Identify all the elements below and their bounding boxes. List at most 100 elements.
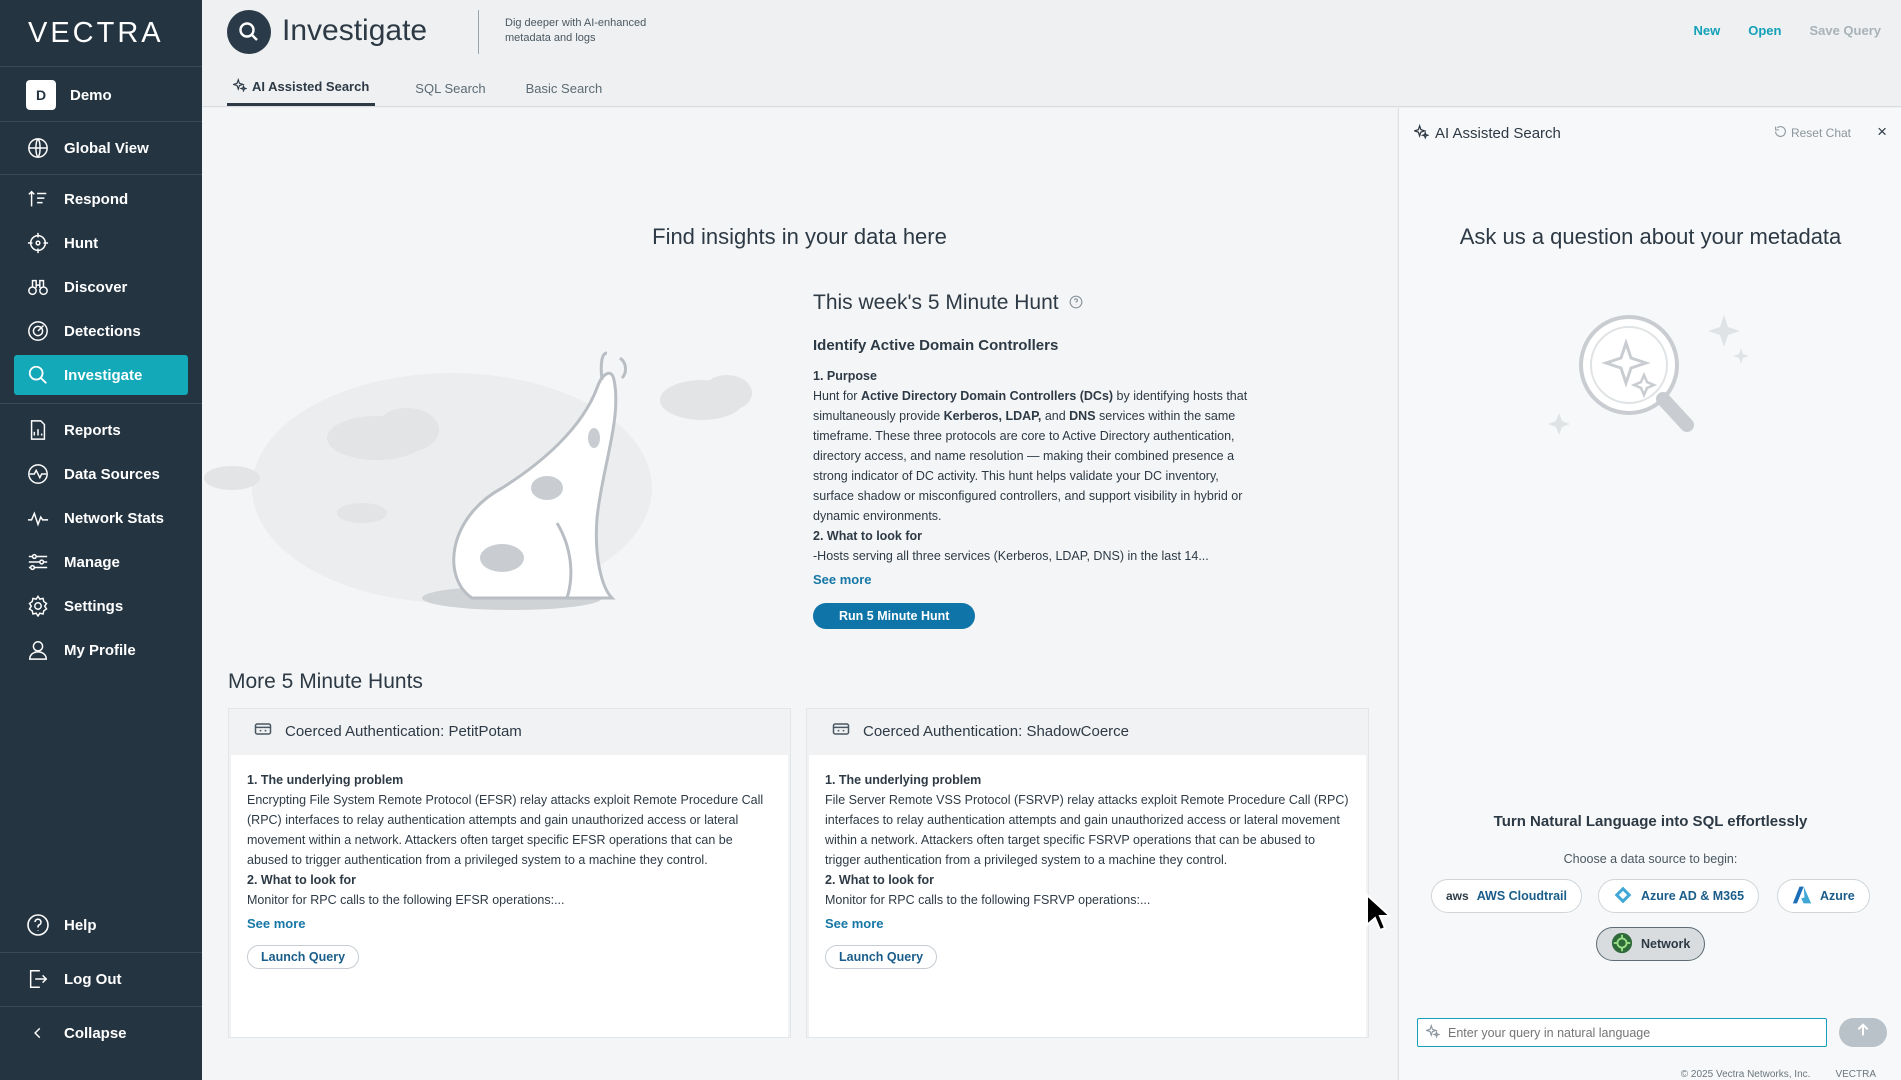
footer: © 2025 Vectra Networks, Inc. VECTRA (1681, 1069, 1876, 1080)
look-heading: 2. What to look for (813, 529, 923, 543)
see-more-link[interactable]: See more (247, 916, 306, 931)
sidebar-item-label: Investigate (64, 366, 143, 384)
problem-heading: 1. The underlying problem (247, 773, 404, 787)
see-more-link[interactable]: See more (825, 916, 884, 931)
hunt-icon (253, 719, 273, 743)
sidebar-item-label: Collapse (64, 1024, 127, 1042)
sidebar-item-label: Manage (64, 553, 120, 571)
sidebar-item-label: Respond (64, 190, 129, 208)
divider (0, 952, 202, 953)
search-icon (227, 10, 271, 54)
new-button[interactable]: New (1693, 23, 1720, 38)
ai-assisted-search-panel: AI Assisted Search Reset Chat × Ask us a… (1398, 108, 1901, 1080)
card-body: 1. The underlying problem File Server Re… (809, 755, 1366, 1037)
source-azure-ad-m365[interactable]: Azure AD & M365 (1598, 879, 1760, 913)
search-icon (26, 363, 50, 387)
vectra-logo: VECTRA (0, 0, 202, 67)
source-label: Azure (1820, 889, 1855, 903)
main-area: Investigate Dig deeper with AI-enhanced … (202, 0, 1901, 1080)
hero-title: Find insights in your data here (652, 224, 947, 249)
tab-label: AI Assisted Search (252, 79, 370, 94)
sidebar-item-discover[interactable]: Discover (14, 267, 188, 307)
crosshair-icon (26, 231, 50, 255)
sidebar-item-label: Reports (64, 421, 121, 439)
header-actions: New Open Save Query (1693, 23, 1881, 38)
sidebar-item-help[interactable]: Help (14, 905, 188, 945)
globe-icon (26, 136, 50, 160)
sidebar-item-global-view[interactable]: Global View (14, 126, 188, 170)
source-azure[interactable]: Azure (1777, 879, 1870, 913)
copyright: © 2025 Vectra Networks, Inc. (1680, 1069, 1811, 1080)
hunt-icon (831, 719, 851, 743)
detections-icon (26, 319, 50, 343)
sidebar-item-network-stats[interactable]: Network Stats (14, 498, 188, 538)
sidebar: VECTRA D Demo Global View Respond Hunt D… (0, 0, 202, 1080)
report-icon (26, 418, 50, 442)
sidebar-item-log-out[interactable]: Log Out (14, 959, 188, 999)
close-icon[interactable]: × (1877, 122, 1887, 142)
launch-query-button[interactable]: Launch Query (247, 945, 360, 969)
source-aws-cloudtrail[interactable]: aws AWS Cloudtrail (1431, 879, 1582, 913)
tab-basic-search[interactable]: Basic Search (526, 78, 603, 106)
hunt-subtitle: Identify Active Domain Controllers (813, 337, 1059, 354)
sidebar-item-settings[interactable]: Settings (14, 586, 188, 626)
hunt-card-shadowcoerce: Coerced Authentication: ShadowCoerce 1. … (806, 708, 1369, 1038)
aws-icon: aws (1446, 889, 1469, 903)
sidebar-item-label: Discover (64, 278, 128, 296)
help-icon[interactable] (1069, 291, 1083, 315)
sidebar-item-my-profile[interactable]: My Profile (14, 630, 188, 670)
send-button[interactable] (1839, 1018, 1887, 1047)
sidebar-item-demo[interactable]: D Demo (14, 73, 188, 117)
launch-query-button[interactable]: Launch Query (825, 945, 938, 969)
sidebar-item-reports[interactable]: Reports (14, 410, 188, 450)
open-button[interactable]: Open (1748, 23, 1781, 38)
tab-sql-search[interactable]: SQL Search (415, 78, 485, 106)
demo-badge: D (26, 80, 56, 110)
arrow-up-icon (1855, 1022, 1871, 1043)
respond-icon (26, 187, 50, 211)
problem-text: Encrypting File System Remote Protocol (… (247, 793, 764, 867)
user-icon (26, 638, 50, 662)
data-sources-icon (26, 462, 50, 486)
sidebar-item-investigate[interactable]: Investigate (14, 355, 188, 395)
sidebar-item-label: Hunt (64, 234, 99, 252)
look-text: Monitor for RPC calls to the following E… (247, 893, 565, 907)
dog-illustration (204, 351, 752, 610)
query-input[interactable] (1448, 1025, 1808, 1040)
problem-text: File Server Remote VSS Protocol (FSRVP) … (825, 793, 1349, 867)
tab-ai-assisted-search[interactable]: AI Assisted Search (227, 77, 376, 106)
divider (478, 10, 479, 54)
content-area: Find insights in your data here This wee… (202, 108, 1397, 1080)
sidebar-item-manage[interactable]: Manage (14, 542, 188, 582)
source-network[interactable]: Network (1596, 927, 1706, 961)
run-hunt-button[interactable]: Run 5 Minute Hunt (813, 603, 976, 629)
sidebar-item-hunt[interactable]: Hunt (14, 223, 188, 263)
chevron-left-icon (26, 1021, 50, 1045)
network-stats-icon (26, 506, 50, 530)
look-heading: 2. What to look for (247, 873, 357, 887)
source-label: Azure AD & M365 (1641, 889, 1745, 903)
sidebar-item-data-sources[interactable]: Data Sources (14, 454, 188, 494)
query-input-box[interactable] (1417, 1018, 1827, 1047)
sidebar-item-label: Log Out (64, 970, 122, 988)
sidebar-item-label: My Profile (64, 641, 136, 659)
panel-heading: Ask us a question about your metadata (1459, 224, 1842, 249)
sidebar-bottom: Help Log Out Collapse (0, 905, 202, 1053)
network-icon (1611, 932, 1633, 957)
page-subtitle: Dig deeper with AI-enhanced metadata and… (505, 17, 647, 44)
reset-chat-button[interactable]: Reset Chat (1774, 125, 1851, 141)
sidebar-item-collapse[interactable]: Collapse (14, 1013, 188, 1053)
sparkle-icon (1424, 1023, 1441, 1041)
weekly-hunt: This week's 5 Minute Hunt Identify Activ… (813, 291, 1263, 629)
purpose-text: Hunt for Active Directory Domain Control… (813, 389, 1248, 523)
source-label: AWS Cloudtrail (1476, 889, 1567, 903)
sidebar-item-detections[interactable]: Detections (14, 311, 188, 351)
divider (0, 174, 202, 175)
see-more-link[interactable]: See more (813, 572, 872, 587)
save-query-button[interactable]: Save Query (1809, 23, 1881, 38)
card-body: 1. The underlying problem Encrypting Fil… (231, 755, 788, 1037)
sidebar-item-respond[interactable]: Respond (14, 179, 188, 219)
card-header: Coerced Authentication: PetitPotam (229, 709, 790, 753)
azure-icon (1792, 885, 1812, 908)
card-title: Coerced Authentication: PetitPotam (285, 722, 522, 740)
